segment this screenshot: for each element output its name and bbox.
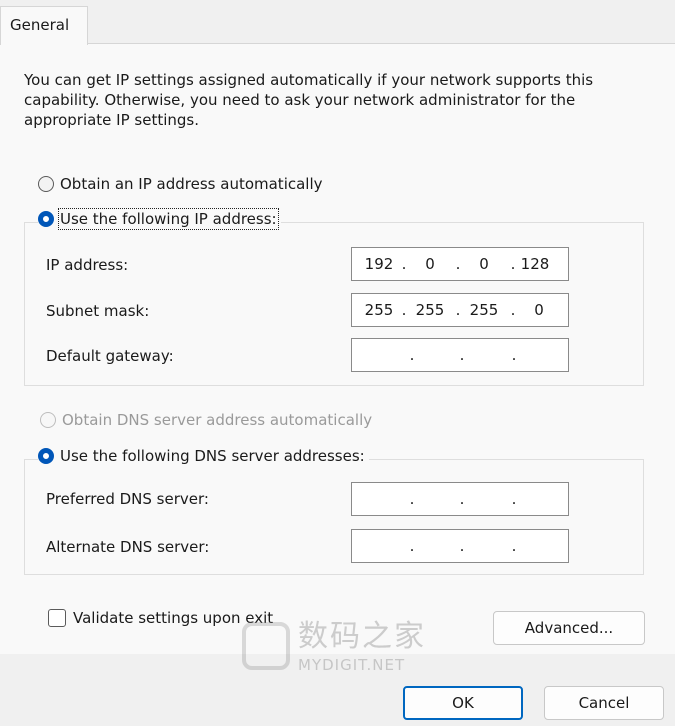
use-following-ip-label: Use the following IP address: — [58, 208, 279, 230]
octet-separator: . — [459, 490, 465, 508]
validate-settings-checkbox[interactable] — [48, 609, 66, 627]
subnet-mask-field[interactable]: 255 . 255 . 255 . 0 — [351, 293, 569, 327]
ip-octet-3: 0 — [479, 255, 489, 273]
ip-address-label: IP address: — [46, 256, 129, 274]
octet-separator: . — [401, 255, 407, 273]
octet-separator: . — [401, 301, 407, 319]
octet-separator: . — [455, 301, 461, 319]
use-following-ip-option[interactable]: Use the following IP address: — [38, 208, 281, 230]
ip-address-field[interactable]: 192 . 0 . 0 . 128 — [351, 247, 569, 281]
use-following-dns-label: Use the following DNS server addresses: — [60, 447, 365, 465]
obtain-ip-auto-option[interactable]: Obtain an IP address automatically — [38, 175, 323, 193]
advanced-button[interactable]: Advanced... — [493, 611, 645, 645]
octet-separator: . — [459, 537, 465, 555]
use-following-ip-radio[interactable] — [38, 211, 54, 227]
general-tab-panel: You can get IP settings assigned automat… — [0, 43, 675, 674]
ip-octet-4: 128 — [520, 255, 550, 273]
octet-separator: . — [511, 346, 517, 364]
watermark-cn-text: 数码之家 — [298, 619, 426, 654]
alternate-dns-label: Alternate DNS server: — [46, 538, 210, 556]
subnet-octet-1: 255 — [364, 301, 394, 319]
octet-separator: . — [409, 490, 415, 508]
obtain-ip-auto-radio[interactable] — [38, 176, 54, 192]
octet-separator: . — [455, 255, 461, 273]
validate-settings-option[interactable]: Validate settings upon exit — [48, 609, 273, 627]
watermark-en-text: MYDIGIT.NET — [298, 656, 406, 674]
octet-separator: . — [409, 537, 415, 555]
alternate-dns-field[interactable]: . . . — [351, 529, 569, 563]
tab-general[interactable]: General — [0, 6, 88, 45]
tab-strip: General — [0, 0, 675, 45]
obtain-dns-auto-option[interactable]: Obtain DNS server address automatically — [40, 411, 372, 429]
ip-octet-2: 0 — [425, 255, 435, 273]
preferred-dns-field[interactable]: . . . — [351, 482, 569, 516]
octet-separator: . — [511, 537, 517, 555]
obtain-dns-auto-radio[interactable] — [40, 412, 56, 428]
octet-separator: . — [511, 490, 517, 508]
default-gateway-label: Default gateway: — [46, 347, 174, 365]
subnet-mask-label: Subnet mask: — [46, 302, 150, 320]
ok-button[interactable]: OK — [403, 686, 523, 720]
octet-separator: . — [510, 255, 516, 273]
default-gateway-field[interactable]: . . . — [351, 338, 569, 372]
cancel-button[interactable]: Cancel — [544, 686, 664, 720]
ip-octet-1: 192 — [364, 255, 394, 273]
obtain-dns-auto-label: Obtain DNS server address automatically — [62, 411, 373, 429]
intro-text: You can get IP settings assigned automat… — [24, 71, 594, 129]
subnet-octet-3: 255 — [469, 301, 499, 319]
octet-separator: . — [459, 346, 465, 364]
watermark: 数码之家 MYDIGIT.NET — [242, 620, 434, 676]
use-following-dns-option[interactable]: Use the following DNS server addresses: — [38, 447, 369, 465]
octet-separator: . — [510, 301, 516, 319]
use-following-dns-radio[interactable] — [38, 448, 54, 464]
watermark-logo-icon — [242, 622, 290, 670]
obtain-ip-auto-label: Obtain an IP address automatically — [60, 175, 323, 193]
octet-separator: . — [409, 346, 415, 364]
subnet-octet-2: 255 — [415, 301, 445, 319]
subnet-octet-4: 0 — [534, 301, 544, 319]
preferred-dns-label: Preferred DNS server: — [46, 490, 209, 508]
